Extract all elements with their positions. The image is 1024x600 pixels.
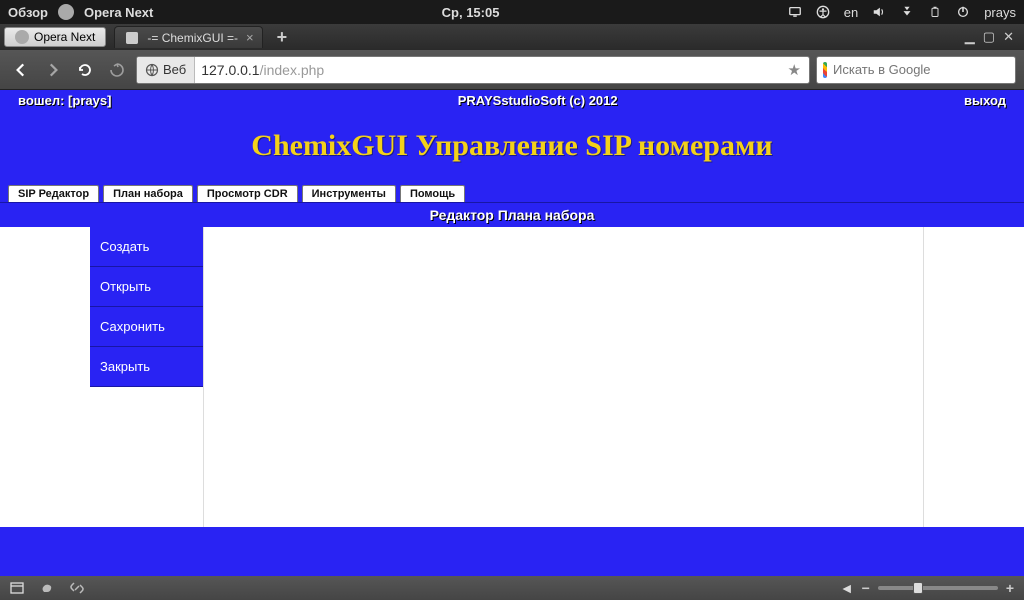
zoom-left-icon[interactable]: ◄ [840,580,854,596]
page-content: вошел: [prays] PRAYSstudioSoft (c) 2012 … [0,90,1024,576]
tab-help[interactable]: Помощь [400,185,465,202]
battery-icon[interactable] [928,5,942,19]
search-input[interactable] [833,62,1009,77]
address-badge[interactable]: Веб [137,57,195,83]
browser-tabstrip: Opera Next -= ChemixGUI =- × + ▁ ▢ ✕ [0,24,1024,50]
globe-icon [145,63,159,77]
window-minimize-icon[interactable]: ▁ [965,29,975,45]
address-badge-label: Веб [163,62,186,77]
tab-title: -= ChemixGUI =- [147,31,238,45]
opera-menu-button[interactable]: Opera Next [4,27,106,47]
display-icon[interactable] [788,5,802,19]
menu-create[interactable]: Создать [90,227,203,267]
new-tab-button[interactable]: + [267,27,298,48]
opera-menu-label: Opera Next [34,30,95,44]
editor-pane [203,227,924,527]
overview-menu[interactable]: Обзор [8,5,48,20]
logout-link[interactable]: выход [964,93,1006,108]
tab-close-icon[interactable]: × [246,30,254,45]
page-title: ChemixGUI Управление SIP номерами [0,111,1024,185]
url-host: 127.0.0.1 [201,62,259,78]
copyright-label: PRAYSstudioSoft (c) 2012 [111,93,964,108]
browser-tab-chemixgui[interactable]: -= ChemixGUI =- × [114,26,262,48]
search-box[interactable] [816,56,1016,84]
tab-sip-editor[interactable]: SIP Редактор [8,185,99,202]
opera-logo-icon [58,4,74,20]
menu-close[interactable]: Закрыть [90,347,203,387]
active-app-label[interactable]: Opera Next [84,5,153,20]
google-icon [823,62,827,78]
bookmark-star-icon[interactable]: ★ [780,61,809,79]
menu-open[interactable]: Открыть [90,267,203,307]
network-icon[interactable] [900,5,914,19]
tab-dialplan[interactable]: План набора [103,185,193,202]
system-panel: Обзор Opera Next Ср, 15:05 en prays [0,0,1024,24]
menu-save[interactable]: Сахронить [90,307,203,347]
side-menu: Создать Открыть Сахронить Закрыть [90,227,203,527]
address-bar[interactable]: Веб 127.0.0.1/index.php ★ [136,56,810,84]
back-button[interactable] [8,57,34,83]
sync-icon[interactable] [40,581,54,595]
zoom-out-icon[interactable]: − [862,580,870,596]
login-prefix: вошел: [18,93,64,108]
forward-button[interactable] [40,57,66,83]
clock: Ср, 15:05 [153,5,787,20]
window-close-icon[interactable]: ✕ [1003,29,1014,45]
address-url[interactable]: 127.0.0.1/index.php [195,62,779,78]
zoom-slider-thumb[interactable] [913,582,923,594]
section-title: Редактор Плана набора [0,202,1024,227]
zoom-control[interactable]: ◄ − + [840,580,1014,596]
content-area: Создать Открыть Сахронить Закрыть [0,227,1024,527]
window-maximize-icon[interactable]: ▢ [983,29,995,45]
accessibility-icon[interactable] [816,5,830,19]
tab-tools[interactable]: Инструменты [302,185,396,202]
app-tabs: SIP Редактор План набора Просмотр CDR Ин… [0,185,1024,202]
login-status: вошел: [prays] [18,93,111,108]
opera-icon [15,30,29,44]
panel-icon[interactable] [10,581,24,595]
zoom-in-icon[interactable]: + [1006,580,1014,596]
url-path: /index.php [260,62,325,78]
keyboard-lang[interactable]: en [844,5,858,20]
reload-button[interactable] [72,57,98,83]
link-icon[interactable] [70,581,84,595]
volume-icon[interactable] [872,5,886,19]
power-icon[interactable] [956,5,970,19]
zoom-slider[interactable] [878,586,998,590]
tab-favicon [125,31,139,45]
home-button[interactable] [104,57,130,83]
tab-cdr[interactable]: Просмотр CDR [197,185,298,202]
login-user: [prays] [68,93,111,108]
browser-toolbar: Веб 127.0.0.1/index.php ★ [0,50,1024,90]
system-user[interactable]: prays [984,5,1016,20]
browser-statusbar: ◄ − + [0,576,1024,600]
